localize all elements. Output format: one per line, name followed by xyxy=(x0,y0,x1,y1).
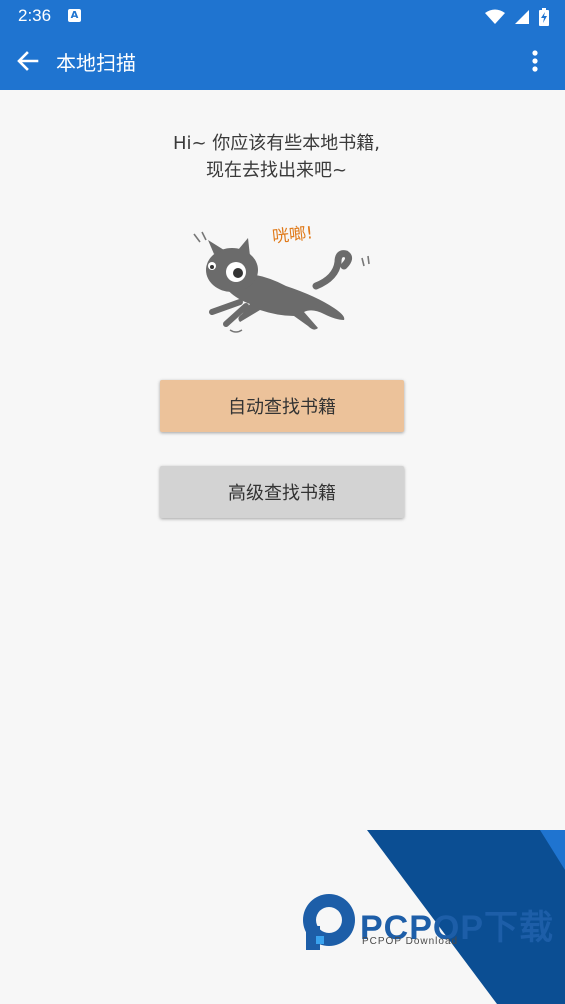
watermark-subtitle: PCPOP Download xyxy=(362,936,459,947)
intro-line-1: Hi~ 你应该有些本地书籍, xyxy=(172,133,381,154)
status-bar: 2:36 A xyxy=(0,0,565,32)
status-icons xyxy=(481,6,549,26)
advanced-search-books-button[interactable]: 高级查找书籍 xyxy=(160,466,404,518)
intro-line-2: 现在去找出来吧~ xyxy=(205,160,348,181)
back-button[interactable] xyxy=(12,45,44,77)
status-time: 2:36 xyxy=(18,6,52,25)
intro-text: Hi~ 你应该有些本地书籍, 现在去找出来吧~ xyxy=(0,130,553,184)
pcpop-logo-icon xyxy=(303,894,355,950)
auto-search-books-button[interactable]: 自动查找书籍 xyxy=(160,380,404,432)
running-cat-illustration: 咣啷! xyxy=(193,223,370,333)
arrow-left-icon xyxy=(17,51,39,71)
notification-icon: A xyxy=(68,9,81,22)
overflow-menu-button[interactable] xyxy=(523,46,547,78)
wifi-icon xyxy=(484,9,505,24)
toolbar: 本地扫描 xyxy=(0,32,565,90)
battery-icon xyxy=(539,7,549,26)
page-title: 本地扫描 xyxy=(56,51,136,75)
signal-icon xyxy=(514,9,529,24)
cat-caption: 咣啷! xyxy=(271,223,314,247)
more-vertical-icon xyxy=(532,50,538,72)
